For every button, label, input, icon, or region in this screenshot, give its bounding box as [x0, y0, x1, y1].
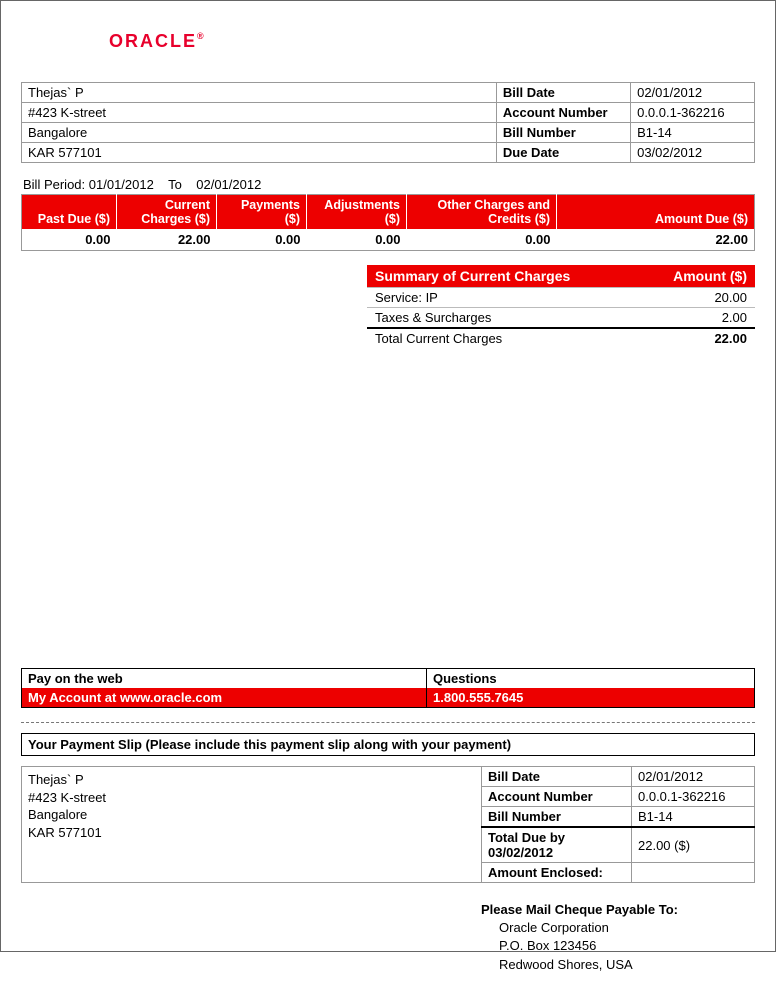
td-payments: 0.00 — [217, 229, 307, 251]
bill-number-label: Bill Number — [496, 123, 630, 143]
due-date-value: 03/02/2012 — [631, 143, 755, 163]
slip-name: Thejas` P — [28, 771, 475, 789]
slip-bill-number-value: B1-14 — [632, 807, 755, 828]
td-other: 0.00 — [407, 229, 557, 251]
customer-city: Bangalore — [22, 123, 497, 143]
slip-account-value: 0.0.0.1-362216 — [632, 787, 755, 807]
slip-account-label: Account Number — [482, 787, 632, 807]
slip-info-table: Bill Date 02/01/2012 Account Number 0.0.… — [481, 766, 755, 883]
mail-line1: Oracle Corporation — [481, 919, 755, 937]
bill-date-value: 02/01/2012 — [631, 83, 755, 103]
customer-name: Thejas` P — [22, 83, 497, 103]
td-current: 22.00 — [117, 229, 217, 251]
slip-bill-number-label: Bill Number — [482, 807, 632, 828]
slip-total-due-label: Total Due by 03/02/2012 — [482, 827, 632, 863]
invoice-page: ORACLE® Thejas` P Bill Date 02/01/2012 #… — [0, 0, 776, 952]
th-payments: Payments ($) — [217, 195, 307, 230]
summary-header-left: Summary of Current Charges — [367, 265, 627, 288]
mail-line3: Redwood Shores, USA — [481, 956, 755, 974]
summary-row-label: Taxes & Surcharges — [367, 308, 627, 329]
oracle-logo: ORACLE® — [109, 31, 755, 52]
mail-header: Please Mail Cheque Payable To: — [481, 901, 755, 919]
slip-bill-date-value: 02/01/2012 — [632, 767, 755, 787]
customer-region: KAR 577101 — [22, 143, 497, 163]
invoice-content: ORACLE® Thejas` P Bill Date 02/01/2012 #… — [1, 1, 775, 994]
due-date-label: Due Date — [496, 143, 630, 163]
oracle-logo-text: ORACLE® — [109, 31, 206, 52]
mail-line2: P.O. Box 123456 — [481, 937, 755, 955]
th-past-due: Past Due ($) — [22, 195, 117, 230]
questions-label: Questions — [427, 669, 755, 689]
payment-slip-block: Thejas` P #423 K-street Bangalore KAR 57… — [21, 766, 755, 883]
tear-line — [21, 722, 755, 723]
th-current: Current Charges ($) — [117, 195, 217, 230]
summary-wrap: Summary of Current Charges Amount ($) Se… — [21, 265, 755, 348]
bill-date-label: Bill Date — [496, 83, 630, 103]
slip-amount-enclosed-label: Amount Enclosed: — [482, 863, 632, 883]
slip-city: Bangalore — [28, 806, 475, 824]
summary-row-amount: 2.00 — [627, 308, 755, 329]
summary-row-amount: 20.00 — [627, 288, 755, 308]
blank-space — [21, 348, 755, 668]
pay-questions-table: Pay on the web Questions My Account at w… — [21, 668, 755, 708]
pay-label: Pay on the web — [22, 669, 427, 689]
customer-bill-info: Thejas` P Bill Date 02/01/2012 #423 K-st… — [21, 82, 755, 163]
slip-address: Thejas` P #423 K-street Bangalore KAR 57… — [21, 766, 481, 883]
th-adjustments: Adjustments ($) — [307, 195, 407, 230]
summary-table: Summary of Current Charges Amount ($) Se… — [367, 265, 755, 348]
account-number-label: Account Number — [496, 103, 630, 123]
slip-bill-date-label: Bill Date — [482, 767, 632, 787]
bill-number-value: B1-14 — [631, 123, 755, 143]
slip-amount-enclosed-value — [632, 863, 755, 883]
td-past-due: 0.00 — [22, 229, 117, 251]
charges-table: Past Due ($) Current Charges ($) Payment… — [21, 194, 755, 251]
pay-value: My Account at www.oracle.com — [22, 688, 427, 708]
slip-total-due-value: 22.00 ($) — [632, 827, 755, 863]
td-amount-due: 22.00 — [557, 229, 755, 251]
summary-header-right: Amount ($) — [627, 265, 755, 288]
account-number-value: 0.0.0.1-362216 — [631, 103, 755, 123]
summary-total-label: Total Current Charges — [367, 328, 627, 348]
th-amount-due: Amount Due ($) — [557, 195, 755, 230]
bill-period: Bill Period: 01/01/2012 To 02/01/2012 — [21, 177, 755, 192]
slip-street: #423 K-street — [28, 789, 475, 807]
customer-street: #423 K-street — [22, 103, 497, 123]
slip-region: KAR 577101 — [28, 824, 475, 842]
th-other: Other Charges and Credits ($) — [407, 195, 557, 230]
summary-total-amount: 22.00 — [627, 328, 755, 348]
mail-block: Please Mail Cheque Payable To: Oracle Co… — [481, 901, 755, 974]
questions-value: 1.800.555.7645 — [427, 688, 755, 708]
summary-row-label: Service: IP — [367, 288, 627, 308]
td-adjustments: 0.00 — [307, 229, 407, 251]
payment-slip-title: Your Payment Slip (Please include this p… — [21, 733, 755, 756]
